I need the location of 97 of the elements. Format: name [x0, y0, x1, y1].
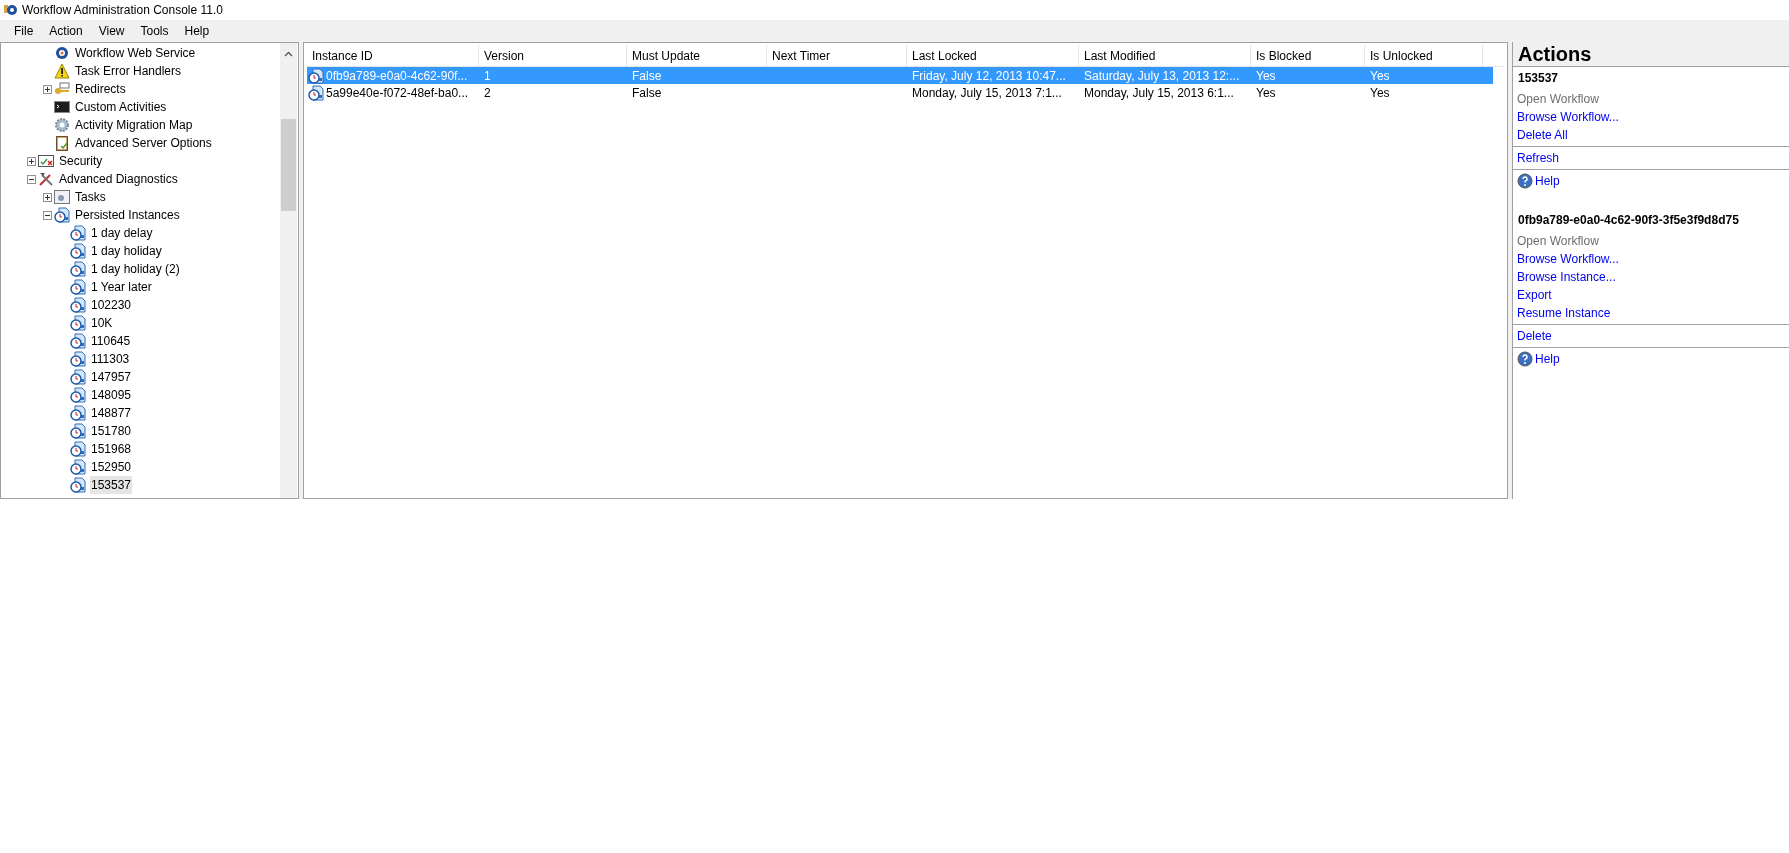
table-cell-text: Yes — [1370, 84, 1390, 102]
clipboard-icon — [54, 135, 70, 151]
action-link[interactable]: Delete — [1517, 327, 1552, 345]
tree-item[interactable]: 151968 — [90, 440, 133, 458]
tree-item[interactable]: 148095 — [90, 386, 133, 404]
clock-document-icon — [70, 477, 86, 493]
tree-item[interactable]: 111303 — [90, 350, 131, 368]
action-link[interactable]: Export — [1517, 286, 1552, 304]
tree-item[interactable]: 148877 — [90, 404, 133, 422]
tree-item[interactable]: Activity Migration Map — [74, 116, 194, 134]
clock-document-icon — [70, 279, 86, 295]
menu-item[interactable]: Tools — [132, 22, 177, 40]
table-cell-text: 1 — [484, 67, 491, 85]
expand-icon[interactable] — [43, 192, 52, 202]
help-icon[interactable] — [1517, 173, 1533, 189]
tree-item[interactable]: Security — [58, 152, 104, 170]
tools-icon — [38, 171, 54, 187]
tree-item[interactable]: Persisted Instances — [74, 206, 181, 224]
menu-item[interactable]: View — [90, 22, 133, 40]
clock-document-icon — [70, 225, 86, 241]
action-link[interactable]: Delete All — [1517, 126, 1568, 144]
actions-heading: Actions — [1513, 42, 1789, 67]
action-link[interactable]: Help — [1535, 350, 1560, 368]
action-link[interactable]: Help — [1535, 172, 1560, 190]
clock-document-icon — [70, 333, 86, 349]
tree-item[interactable]: 10K — [90, 314, 114, 332]
app-gear-icon — [2, 2, 18, 18]
table-cell-text: False — [632, 67, 662, 85]
tree-item[interactable]: 1 day holiday (2) — [90, 260, 181, 278]
table-cell-text: Yes — [1256, 84, 1276, 102]
scrollbar[interactable] — [280, 43, 297, 498]
table-cell-text: Yes — [1370, 67, 1390, 85]
clock-document-icon — [308, 67, 324, 84]
tree-item[interactable]: 102230 — [90, 296, 133, 314]
action-link[interactable]: Browse Workflow... — [1517, 250, 1619, 268]
table-cell-text: Monday, July 15, 2013 7:1... — [912, 84, 1062, 102]
table-cell-text: Yes — [1256, 67, 1276, 85]
clock-document-icon — [70, 243, 86, 259]
table-cell-text: 0fb9a789-e0a0-4c62-90f... — [326, 67, 468, 85]
cog-icon — [54, 117, 70, 133]
tree-item[interactable]: 1 day holiday — [90, 242, 163, 260]
table-cell-text: Friday, July 12, 2013 10:47... — [912, 67, 1066, 85]
clock-document-icon — [70, 315, 86, 331]
tree-item[interactable]: 1 day delay — [90, 224, 154, 242]
clock-document-icon — [70, 261, 86, 277]
table-cell-text: Monday, July 15, 2013 6:1... — [1084, 84, 1234, 102]
clock-document-icon — [54, 207, 70, 223]
warning-icon — [54, 63, 70, 79]
collapse-icon[interactable] — [27, 174, 36, 184]
tree-item[interactable]: 147957 — [90, 368, 133, 386]
tree-item[interactable]: Workflow Web Service — [74, 44, 197, 62]
clock-document-icon — [70, 441, 86, 457]
menu-item[interactable]: Help — [176, 22, 218, 40]
scroll-up-icon[interactable] — [284, 51, 293, 57]
scrollbar-thumb[interactable] — [281, 119, 296, 211]
terminal-icon — [54, 99, 70, 115]
action-link[interactable]: Refresh — [1517, 149, 1560, 167]
window-gear-icon — [54, 189, 70, 205]
clock-document-icon — [70, 423, 86, 439]
tree-item[interactable]: 1 Year later — [90, 278, 153, 296]
menu-item[interactable]: File — [6, 22, 42, 40]
clock-document-icon — [70, 297, 86, 313]
tree-item[interactable]: 151780 — [90, 422, 133, 440]
clock-document-icon — [70, 387, 86, 403]
table-cell-text: 2 — [484, 84, 491, 102]
section-heading: 153537 — [1517, 70, 1560, 87]
tree-item[interactable]: Custom Activities — [74, 98, 168, 116]
action-link[interactable]: Browse Instance... — [1517, 268, 1616, 286]
clock-document-icon — [70, 369, 86, 385]
clock-document-icon — [70, 351, 86, 367]
window-title: Workflow Administration Console 11.0 — [22, 2, 223, 19]
tree-item[interactable]: Task Error Handlers — [74, 62, 183, 80]
expand-icon[interactable] — [27, 156, 36, 166]
table-cell-text: False — [632, 84, 662, 102]
tree-item[interactable]: 152950 — [90, 458, 133, 476]
screen-check-icon — [38, 153, 54, 169]
expand-icon[interactable] — [43, 84, 52, 94]
tree-item[interactable]: 153537 — [90, 476, 133, 494]
action-link[interactable]: Resume Instance — [1517, 304, 1611, 322]
clock-document-icon — [70, 405, 86, 421]
table-row[interactable]: 5a99e40e-f072-48ef-ba0... 2 False Monday, July 15, 2013 7:1... Monday, July 15, 2013 6:1... Yes Yes — [307, 84, 1493, 101]
tree-item[interactable]: Advanced Server Options — [74, 134, 213, 152]
table-cell-text: 5a99e40e-f072-48ef-ba0... — [326, 84, 469, 102]
tree-item[interactable]: 110645 — [90, 332, 132, 350]
clock-document-icon — [70, 459, 86, 475]
clock-document-icon — [308, 84, 324, 101]
menu-item[interactable]: Action — [41, 22, 91, 40]
key-icon — [54, 81, 70, 97]
collapse-icon[interactable] — [43, 210, 52, 220]
tree-item[interactable]: Advanced Diagnostics — [58, 170, 179, 188]
help-icon[interactable] — [1517, 351, 1533, 367]
gear-icon — [54, 45, 70, 61]
tree-item[interactable]: Tasks — [74, 188, 107, 206]
section-heading: 0fb9a789-e0a0-4c62-90f3-3f5e3f9d8d75 — [1517, 212, 1740, 229]
tree-item[interactable]: Redirects — [74, 80, 127, 98]
table-cell-text: Saturday, July 13, 2013 12:... — [1084, 67, 1240, 85]
action-link[interactable]: Browse Workflow... — [1517, 108, 1619, 126]
